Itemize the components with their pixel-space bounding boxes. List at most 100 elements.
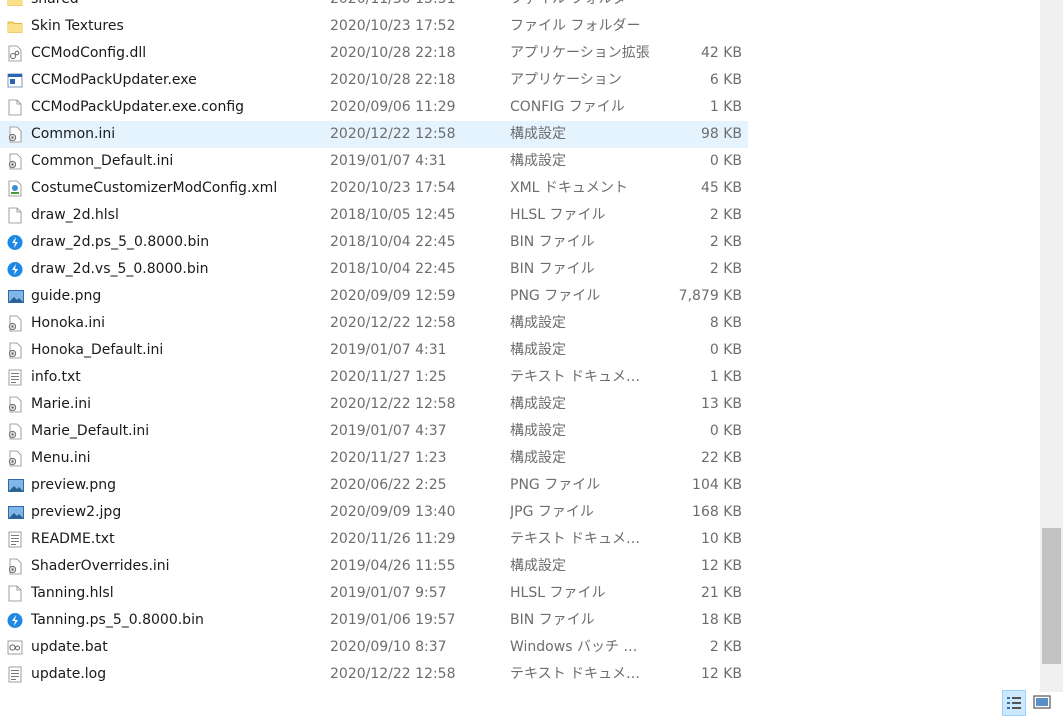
file-date-modified: 2020/09/06 11:29 bbox=[330, 99, 456, 115]
file-size: 12 KB bbox=[700, 558, 742, 574]
details-view-button[interactable] bbox=[1002, 690, 1026, 716]
file-row[interactable]: Tanning.hlsl 2019/01/07 9:57 HLSL ファイル 21 K… bbox=[0, 580, 748, 607]
file-type: CONFIG ファイル bbox=[510, 99, 625, 115]
file-date-modified: 2020/12/22 12:58 bbox=[330, 315, 456, 331]
file-date-modified: 2020/10/28 22:18 bbox=[330, 72, 456, 88]
image-file-icon bbox=[7, 288, 24, 305]
file-size: 8 KB bbox=[709, 315, 742, 331]
file-row[interactable]: CCModPackUpdater.exe 2020/10/28 22:18 アプリケ… bbox=[0, 67, 748, 94]
file-date-modified: 2020/12/22 12:58 bbox=[330, 396, 456, 412]
file-date-modified: 2019/01/07 4:37 bbox=[330, 423, 447, 439]
file-name: README.txt bbox=[31, 531, 115, 547]
vertical-scrollbar[interactable] bbox=[1040, 0, 1063, 692]
file-size: 45 KB bbox=[700, 180, 742, 196]
file-row[interactable]: update.log 2020/12/22 12:58 テキスト ドキュメント 12 … bbox=[0, 661, 748, 688]
file-date-modified: 2019/01/06 19:57 bbox=[330, 612, 456, 628]
status-bar bbox=[0, 692, 1063, 718]
file-row[interactable]: Honoka.ini 2020/12/22 12:58 構成設定 8 KB bbox=[0, 310, 748, 337]
file-type: HLSL ファイル bbox=[510, 585, 606, 601]
file-name: CCModPackUpdater.exe.config bbox=[31, 99, 245, 115]
file-row[interactable]: Honoka_Default.ini 2019/01/07 4:31 構成設定 0 K… bbox=[0, 337, 748, 364]
file-date-modified: 2018/10/04 22:45 bbox=[330, 234, 456, 250]
file-type: BIN ファイル bbox=[510, 612, 595, 628]
file-row[interactable]: CCModConfig.dll 2020/10/28 22:18 アプリケーション拡… bbox=[0, 40, 748, 67]
file-name: shared bbox=[31, 0, 79, 13]
ini-file-icon bbox=[7, 423, 23, 440]
file-size: 13 KB bbox=[700, 396, 742, 412]
file-row[interactable]: CCModPackUpdater.exe.config 2020/09/06 11… bbox=[0, 94, 748, 121]
file-row[interactable]: preview2.jpg 2020/09/09 13:40 JPG ファイル 168 … bbox=[0, 499, 748, 526]
blank-file-icon bbox=[7, 585, 23, 602]
file-row[interactable]: info.txt 2020/11/27 1:25 テキスト ドキュメント 1 KB bbox=[0, 364, 748, 391]
file-date-modified: 2019/01/07 9:57 bbox=[330, 585, 447, 601]
file-date-modified: 2020/06/22 2:25 bbox=[330, 477, 447, 493]
file-type: 構成設定 bbox=[510, 315, 566, 331]
ini-file-icon bbox=[7, 396, 23, 413]
file-date-modified: 2020/10/23 17:52 bbox=[330, 18, 456, 34]
file-type: Windows バッチ ファ... bbox=[510, 639, 650, 655]
file-row[interactable]: ShaderOverrides.ini 2019/04/26 11:55 構成設定 1… bbox=[0, 553, 748, 580]
file-type: 構成設定 bbox=[510, 396, 566, 412]
file-name: update.bat bbox=[31, 639, 108, 655]
file-date-modified: 2020/12/22 12:58 bbox=[330, 666, 456, 682]
text-file-icon bbox=[7, 666, 23, 683]
blank-file-icon bbox=[7, 99, 23, 116]
file-type: HLSL ファイル bbox=[510, 207, 606, 223]
file-size: 21 KB bbox=[700, 585, 742, 601]
large-icons-view-button[interactable] bbox=[1030, 690, 1054, 716]
file-type: 構成設定 bbox=[510, 450, 566, 466]
file-row[interactable]: update.bat 2020/09/10 8:37 Windows バッチ ファ.… bbox=[0, 634, 748, 661]
file-row[interactable]: Skin Textures 2020/10/23 17:52 ファイル フォルダー bbox=[0, 13, 748, 40]
exe-file-icon bbox=[7, 72, 23, 89]
file-date-modified: 2020/09/09 12:59 bbox=[330, 288, 456, 304]
file-row[interactable]: guide.png 2020/09/09 12:59 PNG ファイル 7,879 K… bbox=[0, 283, 748, 310]
file-row[interactable]: README.txt 2020/11/26 11:29 テキスト ドキュメント 10 … bbox=[0, 526, 748, 553]
file-row[interactable]: Common_Default.ini 2019/01/07 4:31 構成設定 0 K… bbox=[0, 148, 748, 175]
file-row[interactable]: draw_2d.vs_5_0.8000.bin 2018/10/04 22:45 B… bbox=[0, 256, 748, 283]
file-size: 6 KB bbox=[709, 72, 742, 88]
file-date-modified: 2020/11/26 11:29 bbox=[330, 531, 456, 547]
file-size: 7,879 KB bbox=[678, 288, 742, 304]
file-date-modified: 2020/11/27 1:23 bbox=[330, 450, 447, 466]
file-size: 18 KB bbox=[700, 612, 742, 628]
ini-file-icon bbox=[7, 558, 23, 575]
file-type: 構成設定 bbox=[510, 342, 566, 358]
file-type: アプリケーション拡張 bbox=[510, 45, 650, 61]
file-date-modified: 2018/10/04 22:45 bbox=[330, 261, 456, 277]
file-type: PNG ファイル bbox=[510, 288, 601, 304]
file-date-modified: 2019/01/07 4:31 bbox=[330, 153, 447, 169]
bin-file-icon bbox=[7, 612, 23, 629]
file-row[interactable]: draw_2d.ps_5_0.8000.bin 2018/10/04 22:45 B… bbox=[0, 229, 748, 256]
file-row[interactable]: CostumeCustomizerModConfig.xml 2020/10/23… bbox=[0, 175, 748, 202]
file-row[interactable]: Tanning.ps_5_0.8000.bin 2019/01/06 19:57 B… bbox=[0, 607, 748, 634]
large-icons-view-icon bbox=[1033, 695, 1051, 709]
file-name: Tanning.ps_5_0.8000.bin bbox=[31, 612, 204, 628]
file-list[interactable]: shared2020/11/30 15:51ファイル フォルダーSkin Tex… bbox=[0, 0, 1040, 690]
file-type: テキスト ドキュメント bbox=[510, 666, 650, 682]
file-row[interactable]: Menu.ini 2020/11/27 1:23 構成設定 22 KB bbox=[0, 445, 748, 472]
file-type: BIN ファイル bbox=[510, 234, 595, 250]
file-name: ShaderOverrides.ini bbox=[31, 558, 170, 574]
file-type: アプリケーション bbox=[510, 72, 622, 88]
file-name: preview2.jpg bbox=[31, 504, 122, 520]
file-name: draw_2d.hlsl bbox=[31, 207, 119, 223]
file-date-modified: 2019/04/26 11:55 bbox=[330, 558, 456, 574]
file-date-modified: 2020/12/22 12:58 bbox=[330, 126, 456, 142]
file-row[interactable]: Marie_Default.ini 2019/01/07 4:37 構成設定 0 KB bbox=[0, 418, 748, 445]
file-row[interactable]: Marie.ini 2020/12/22 12:58 構成設定 13 KB bbox=[0, 391, 748, 418]
ini-file-icon bbox=[7, 153, 23, 170]
file-row[interactable]: Common.ini 2020/12/22 12:58 構成設定 98 KB bbox=[0, 121, 748, 148]
file-row[interactable]: draw_2d.hlsl 2018/10/05 12:45 HLSL ファイル 2 K… bbox=[0, 202, 748, 229]
blank-file-icon bbox=[7, 207, 23, 224]
file-type: 構成設定 bbox=[510, 423, 566, 439]
file-row[interactable]: shared 2020/11/30 15:51 ファイル フォルダー bbox=[0, 0, 748, 13]
file-type: テキスト ドキュメント bbox=[510, 531, 650, 547]
scrollbar-thumb[interactable] bbox=[1042, 528, 1061, 664]
file-name: Honoka.ini bbox=[31, 315, 106, 331]
file-size: 104 KB bbox=[692, 477, 742, 493]
file-type: PNG ファイル bbox=[510, 477, 601, 493]
image-file-icon bbox=[7, 504, 24, 521]
file-type: テキスト ドキュメント bbox=[510, 369, 650, 385]
file-row[interactable]: preview.png 2020/06/22 2:25 PNG ファイル 104 KB bbox=[0, 472, 748, 499]
file-type: BIN ファイル bbox=[510, 261, 595, 277]
